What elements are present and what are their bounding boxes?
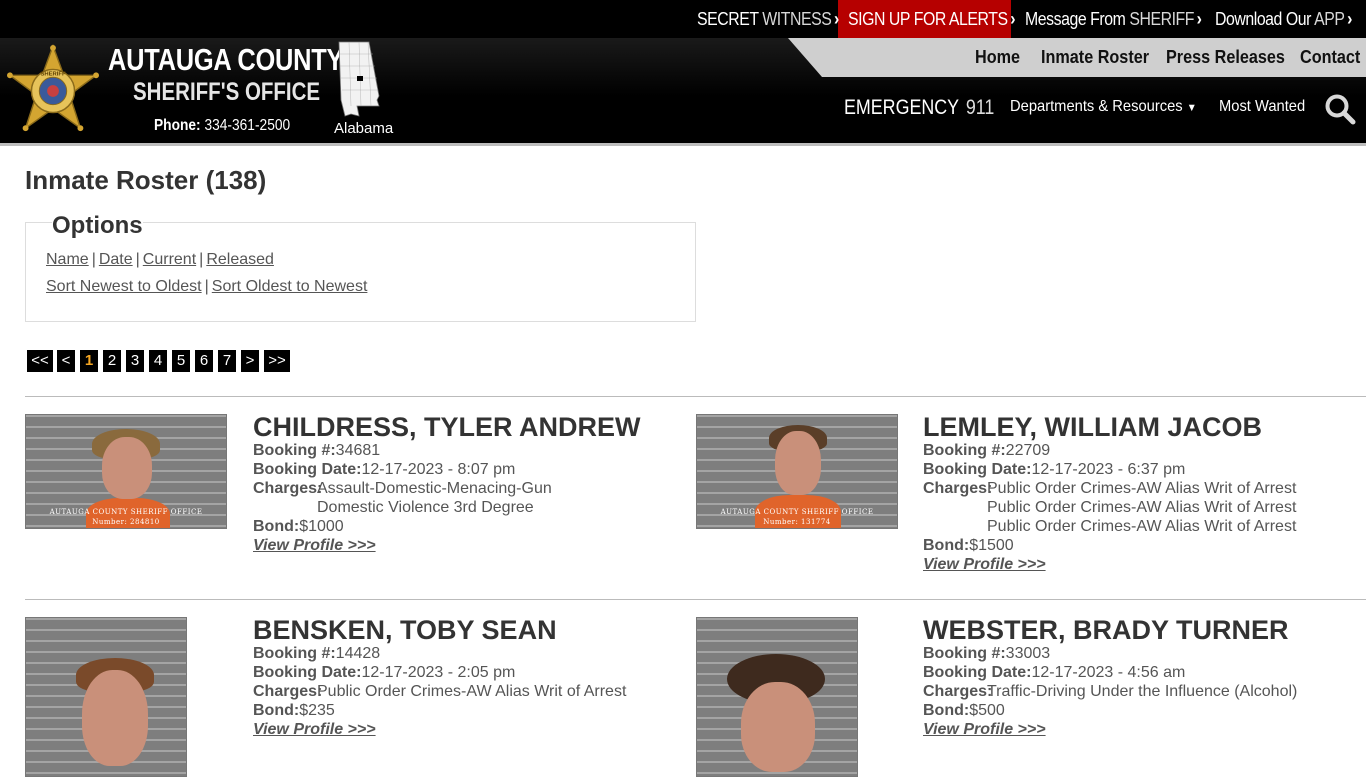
chevron-right-icon: › [1010,9,1016,29]
nav-inmate-roster[interactable]: Inmate Roster [1041,47,1149,68]
phone-number: Phone: 334-361-2500 [154,117,291,134]
state-label: Alabama [334,120,394,137]
booking-number: Booking #:33003 [923,645,1051,662]
page-first[interactable]: << [27,350,53,372]
page-prev[interactable]: < [57,350,75,372]
brand-title: AUTAUGA COUNTY [108,42,344,77]
chevron-right-icon: › [834,9,839,29]
search-icon[interactable] [1324,93,1356,125]
secret-witness-link[interactable]: SECRET WITNESS › [697,0,839,38]
bond-amount: Bond:$1500 [923,537,1014,554]
booking-number: Booking #:14428 [253,645,381,662]
nav-press-releases[interactable]: Press Releases [1166,47,1285,68]
charge-item: Public Order Crimes-AW Alias Writ of Arr… [317,683,627,700]
inmate-name: LEMLEY, WILLIAM JACOB [923,412,1262,442]
page-2[interactable]: 2 [103,350,121,372]
nav-home[interactable]: Home [975,47,1020,68]
charges-label: Charges: [923,683,993,700]
charge-item: Domestic Violence 3rd Degree [317,499,534,516]
inmate-name: BENSKEN, TOBY SEAN [253,615,557,645]
charge-item: Public Order Crimes-AW Alias Writ of Arr… [987,499,1297,516]
charges-label: Charges: [923,480,993,497]
inmate-mugshot[interactable]: AUTAUGA COUNTY SHERIFF OFFICE Number: 13… [696,414,898,529]
inmate-mugshot[interactable] [696,617,858,777]
sign-up-alerts-link[interactable]: SIGN UP FOR ALERTS › [848,0,1016,38]
most-wanted-link[interactable]: Most Wanted [1219,98,1305,116]
inmate-name: CHILDRESS, TYLER ANDREW [253,412,641,442]
booking-date: Booking Date:12-17-2023 - 4:56 am [923,664,1186,681]
charge-item: Public Order Crimes-AW Alias Writ of Arr… [987,518,1297,535]
alabama-map-icon [338,41,380,117]
filter-name-link[interactable]: Name [46,251,89,268]
svg-text:SHERIFF: SHERIFF [40,71,65,77]
booking-number: Booking #:34681 [253,442,381,459]
page-1[interactable]: 1 [80,350,98,372]
view-profile-link[interactable]: View Profile >>> [923,721,1046,739]
header-divider [0,143,1366,146]
filter-links: Name | Date | Current | Released [46,251,274,268]
page-6[interactable]: 6 [195,350,213,372]
divider [25,599,1366,600]
bond-amount: Bond:$500 [923,702,1005,719]
divider [25,396,1366,397]
charge-item: Public Order Crimes-AW Alias Writ of Arr… [987,480,1297,497]
page-last[interactable]: >> [264,350,290,372]
inmate-mugshot[interactable]: AUTAUGA COUNTY SHERIFF OFFICE Number: 28… [25,414,227,529]
chevron-right-icon: › [1347,9,1352,29]
filter-date-link[interactable]: Date [99,251,133,268]
download-app-link[interactable]: Download Our APP › [1215,0,1352,38]
booking-date: Booking Date:12-17-2023 - 8:07 pm [253,461,516,478]
charge-item: Traffic-Driving Under the Influence (Alc… [987,683,1298,700]
bond-amount: Bond:$235 [253,702,335,719]
charge-item: Assault-Domestic-Menacing-Gun [317,480,552,497]
departments-resources-dropdown[interactable]: Departments & Resources ▼ [1010,98,1197,116]
filter-released-link[interactable]: Released [206,251,274,268]
booking-number: Booking #:22709 [923,442,1051,459]
sort-oldest-link[interactable]: Sort Oldest to Newest [212,278,368,295]
view-profile-link[interactable]: View Profile >>> [253,721,376,739]
sort-links: Sort Newest to Oldest | Sort Oldest to New… [46,278,368,295]
view-profile-link[interactable]: View Profile >>> [923,556,1046,574]
charges-label: Charges: [253,683,323,700]
bond-amount: Bond:$1000 [253,518,344,535]
sort-newest-link[interactable]: Sort Newest to Oldest [46,278,202,295]
options-heading: Options [52,212,143,240]
page-3[interactable]: 3 [126,350,144,372]
inmate-name: WEBSTER, BRADY TURNER [923,615,1289,645]
chevron-right-icon: › [1196,9,1202,29]
charges-label: Charges: [253,480,323,497]
page-4[interactable]: 4 [149,350,167,372]
page-5[interactable]: 5 [172,350,190,372]
filter-current-link[interactable]: Current [143,251,196,268]
inmate-mugshot[interactable] [25,617,187,777]
page-7[interactable]: 7 [218,350,236,372]
view-profile-link[interactable]: View Profile >>> [253,537,376,555]
booking-date: Booking Date:12-17-2023 - 2:05 pm [253,664,516,681]
page-title: Inmate Roster (138) [25,165,267,195]
sheriff-badge-logo[interactable]: SHERIFF [4,44,102,136]
chevron-down-icon: ▼ [1186,102,1197,114]
nav-contact[interactable]: Contact [1300,47,1360,68]
brand-subtitle: SHERIFF'S OFFICE [133,78,321,106]
top-bar: SECRET WITNESS › SIGN UP FOR ALERTS › Mess… [0,0,1366,38]
page-next[interactable]: > [241,350,259,372]
message-from-sheriff-link[interactable]: Message From SHERIFF › [1025,0,1202,38]
emergency-link[interactable]: EMERGENCY 911 [844,96,994,120]
booking-date: Booking Date:12-17-2023 - 6:37 pm [923,461,1186,478]
